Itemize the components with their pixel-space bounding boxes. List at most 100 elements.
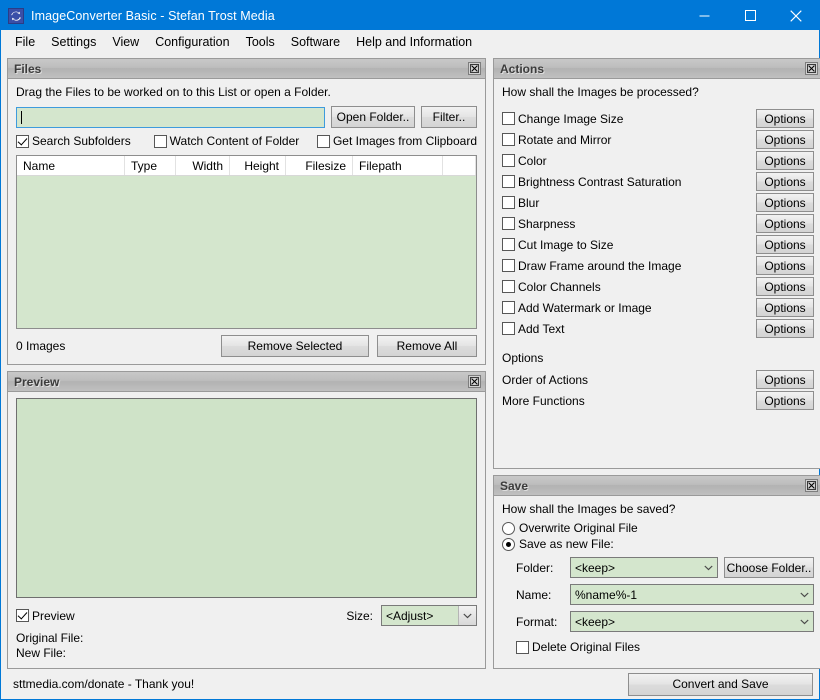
options-button-change-image-size[interactable]: Options — [756, 109, 814, 128]
panel-close-icon[interactable] — [468, 62, 481, 75]
column-header-height[interactable]: Height — [230, 156, 286, 175]
options-button-add-text[interactable]: Options — [756, 319, 814, 338]
action-checkbox-cut-image-to-size[interactable]: Cut Image to Size — [502, 238, 756, 252]
action-label: Color Channels — [518, 279, 601, 294]
action-checkbox-sharpness[interactable]: Sharpness — [502, 217, 756, 231]
menu-item-view[interactable]: View — [104, 32, 147, 52]
close-icon[interactable] — [773, 1, 819, 30]
watch-content-of-folder-checkbox[interactable]: Watch Content of Folder — [153, 134, 317, 148]
menu-item-configuration[interactable]: Configuration — [147, 32, 237, 52]
menu-item-software[interactable]: Software — [283, 32, 348, 52]
remove-selected-button[interactable]: Remove Selected — [221, 335, 369, 357]
minimize-icon[interactable] — [681, 1, 727, 30]
checkbox-box — [502, 154, 515, 167]
menu-item-settings[interactable]: Settings — [43, 32, 104, 52]
menu-item-help-and-information[interactable]: Help and Information — [348, 32, 480, 52]
name-label: Name: — [516, 587, 552, 602]
preview-panel: Preview Preview Size: <Adjust> Original … — [7, 371, 486, 669]
save-as-new-radio[interactable]: Save as new File: — [502, 537, 814, 551]
column-header-name[interactable]: Name — [17, 156, 125, 175]
checkbox-box — [316, 134, 330, 148]
options-button-sharpness[interactable]: Options — [756, 214, 814, 233]
overwrite-original-radio[interactable]: Overwrite Original File — [502, 521, 814, 535]
action-label: Sharpness — [518, 216, 576, 231]
files-footer: 0 Images Remove Selected Remove All — [16, 335, 477, 357]
preview-controls: Preview Size: <Adjust> — [16, 605, 477, 626]
preview-image-area[interactable] — [16, 398, 477, 598]
checkbox-box — [16, 134, 29, 148]
options-button-more-functions[interactable]: Options — [756, 391, 814, 410]
panel-close-icon[interactable] — [468, 375, 481, 388]
actions-panel-body: How shall the Images be processed? Chang… — [494, 79, 820, 468]
title-bar: ImageConverter Basic - Stefan Trost Medi… — [1, 1, 819, 30]
action-checkbox-draw-frame-around-the-image[interactable]: Draw Frame around the Image — [502, 259, 756, 273]
chevron-down-icon[interactable] — [700, 558, 717, 577]
column-header-width[interactable]: Width — [176, 156, 230, 175]
get-images-from-clipboard-checkbox[interactable]: Get Images from Clipboard — [316, 134, 477, 148]
options-button-add-watermark-or-image[interactable]: Options — [756, 298, 814, 317]
action-checkbox-blur[interactable]: Blur — [502, 196, 756, 210]
panel-close-icon[interactable] — [805, 479, 818, 492]
window-controls — [681, 1, 819, 30]
chevron-down-icon[interactable] — [796, 585, 813, 604]
menu-item-file[interactable]: File — [7, 32, 43, 52]
options-button-color-channels[interactable]: Options — [756, 277, 814, 296]
panel-close-icon[interactable] — [805, 62, 818, 75]
options-button-rotate-and-mirror[interactable]: Options — [756, 130, 814, 149]
checkbox-box — [502, 217, 515, 230]
action-checkbox-add-watermark-or-image[interactable]: Add Watermark or Image — [502, 301, 756, 315]
actions-panel-header: Actions — [494, 59, 820, 79]
name-select[interactable]: %name%-1 — [570, 584, 814, 605]
checkbox-box — [502, 112, 515, 125]
action-label: Brightness Contrast Saturation — [518, 174, 682, 189]
action-label: Add Text — [518, 321, 565, 336]
convert-and-save-button[interactable]: Convert and Save — [628, 672, 813, 696]
action-checkbox-color[interactable]: Color — [502, 154, 756, 168]
convert-arrows-icon — [8, 7, 24, 24]
chevron-down-icon[interactable] — [458, 606, 476, 625]
preview-size-select[interactable]: <Adjust> — [381, 605, 477, 626]
format-select[interactable]: <keep> — [570, 611, 814, 632]
checkbox-box — [502, 133, 515, 146]
options-button-brightness-contrast-saturation[interactable]: Options — [756, 172, 814, 191]
menu-item-tools[interactable]: Tools — [238, 32, 283, 52]
save-panel-header: Save — [494, 476, 820, 496]
action-checkbox-color-channels[interactable]: Color Channels — [502, 280, 756, 294]
save-format-row: Format: <keep> — [516, 611, 814, 632]
action-checkbox-add-text[interactable]: Add Text — [502, 322, 756, 336]
filter-button[interactable]: Filter.. — [421, 106, 477, 128]
files-listview-header: Name Type Width Height Filesize Filepath — [17, 156, 476, 176]
save-folder-row: Folder: <keep> Choose Folder.. — [516, 557, 814, 578]
preview-panel-title: Preview — [14, 374, 60, 389]
app-window: ImageConverter Basic - Stefan Trost Medi… — [0, 0, 820, 700]
remove-all-button[interactable]: Remove All — [377, 335, 477, 357]
options-button-blur[interactable]: Options — [756, 193, 814, 212]
folder-select[interactable]: <keep> — [570, 557, 718, 578]
column-header-filepath[interactable]: Filepath — [353, 156, 443, 175]
options-button-cut-image-to-size[interactable]: Options — [756, 235, 814, 254]
checkbox-box — [502, 175, 515, 188]
open-folder-button[interactable]: Open Folder.. — [331, 106, 415, 128]
action-checkbox-brightness-contrast-saturation[interactable]: Brightness Contrast Saturation — [502, 175, 756, 189]
delete-original-files-checkbox[interactable]: Delete Original Files — [516, 640, 814, 654]
options-button-order-of-actions[interactable]: Options — [756, 370, 814, 389]
search-subfolders-checkbox[interactable]: Search Subfolders — [16, 134, 154, 148]
maximize-icon[interactable] — [727, 1, 773, 30]
options-button-color[interactable]: Options — [756, 151, 814, 170]
column-header-type[interactable]: Type — [125, 156, 176, 175]
window-title: ImageConverter Basic - Stefan Trost Medi… — [31, 8, 275, 23]
files-listview[interactable]: Name Type Width Height Filesize Filepath — [16, 155, 477, 329]
chevron-down-icon[interactable] — [796, 612, 813, 631]
folder-path-input[interactable] — [16, 106, 325, 128]
files-listview-body[interactable] — [17, 176, 476, 328]
action-checkbox-change-image-size[interactable]: Change Image Size — [502, 112, 756, 126]
action-checkbox-rotate-and-mirror[interactable]: Rotate and Mirror — [502, 133, 756, 147]
original-file-label: Original File: — [16, 631, 84, 645]
action-row-draw-frame-around-the-image: Draw Frame around the Image Options — [502, 255, 814, 276]
preview-checkbox[interactable]: Preview — [16, 609, 75, 623]
options-button-draw-frame-around-the-image[interactable]: Options — [756, 256, 814, 275]
checkbox-box — [502, 322, 515, 335]
choose-folder-button[interactable]: Choose Folder.. — [724, 557, 814, 578]
action-label: Blur — [518, 195, 540, 210]
column-header-filesize[interactable]: Filesize — [286, 156, 353, 175]
